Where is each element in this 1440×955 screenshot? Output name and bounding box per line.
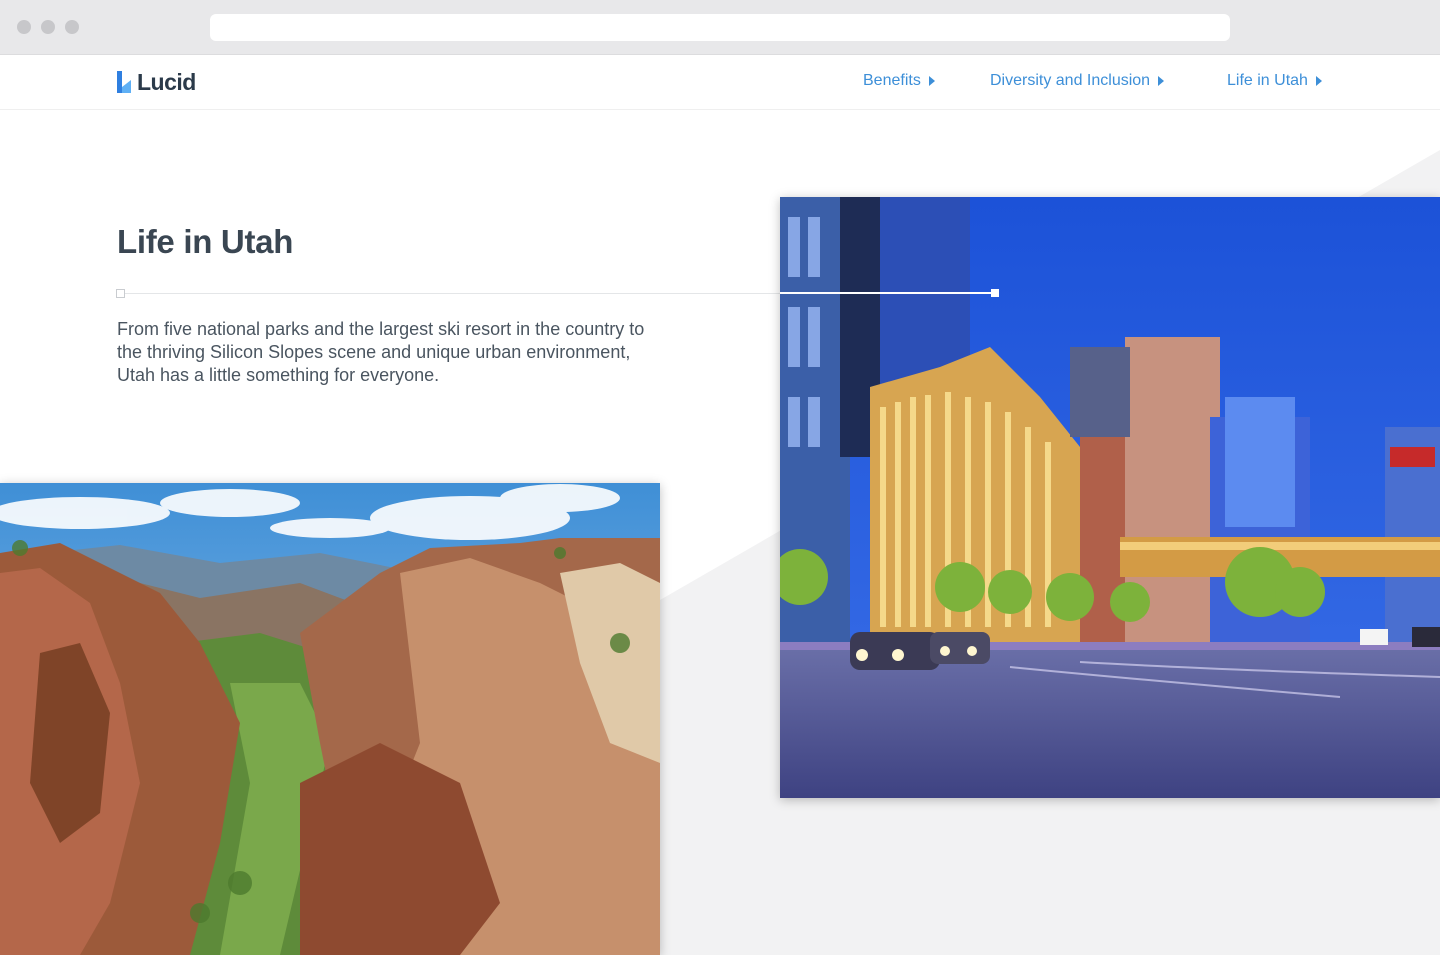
life-in-utah-section: Life in Utah From five national parks an… [0,110,1440,955]
address-bar[interactable] [210,14,1230,41]
nav-item-label: Life in Utah [1227,72,1308,89]
divider-handle-overlay [991,289,999,297]
brand-name: Lucid [137,68,196,95]
canyon-landscape-photo [0,483,660,955]
nav-item-diversity-and-inclusion[interactable]: Diversity and Inclusion [990,72,1165,90]
window-maximize-dot[interactable] [65,20,79,34]
logo[interactable]: Lucid [116,67,196,97]
divider-line [121,293,781,294]
city-street-night-photo [780,197,1440,798]
site-header: Lucid Benefits Diversity and Inclusion L… [0,55,1440,110]
caret-right-icon [1315,76,1322,86]
lucid-logo-icon [116,71,132,93]
section-title: Life in Utah [117,223,294,260]
nav-item-life-in-utah[interactable]: Life in Utah [1227,72,1322,90]
section-description: From five national parks and the largest… [117,319,645,385]
divider-line-overlay [780,292,995,294]
nav-item-label: Benefits [863,72,921,89]
window-minimize-dot[interactable] [41,20,55,34]
caret-right-icon [1158,76,1165,86]
caret-right-icon [928,76,935,86]
nav-item-benefits[interactable]: Benefits [863,72,935,90]
divider-handle [116,289,125,298]
nav-item-label: Diversity and Inclusion [990,72,1151,89]
browser-chrome [0,0,1440,55]
window-close-dot[interactable] [17,20,31,34]
